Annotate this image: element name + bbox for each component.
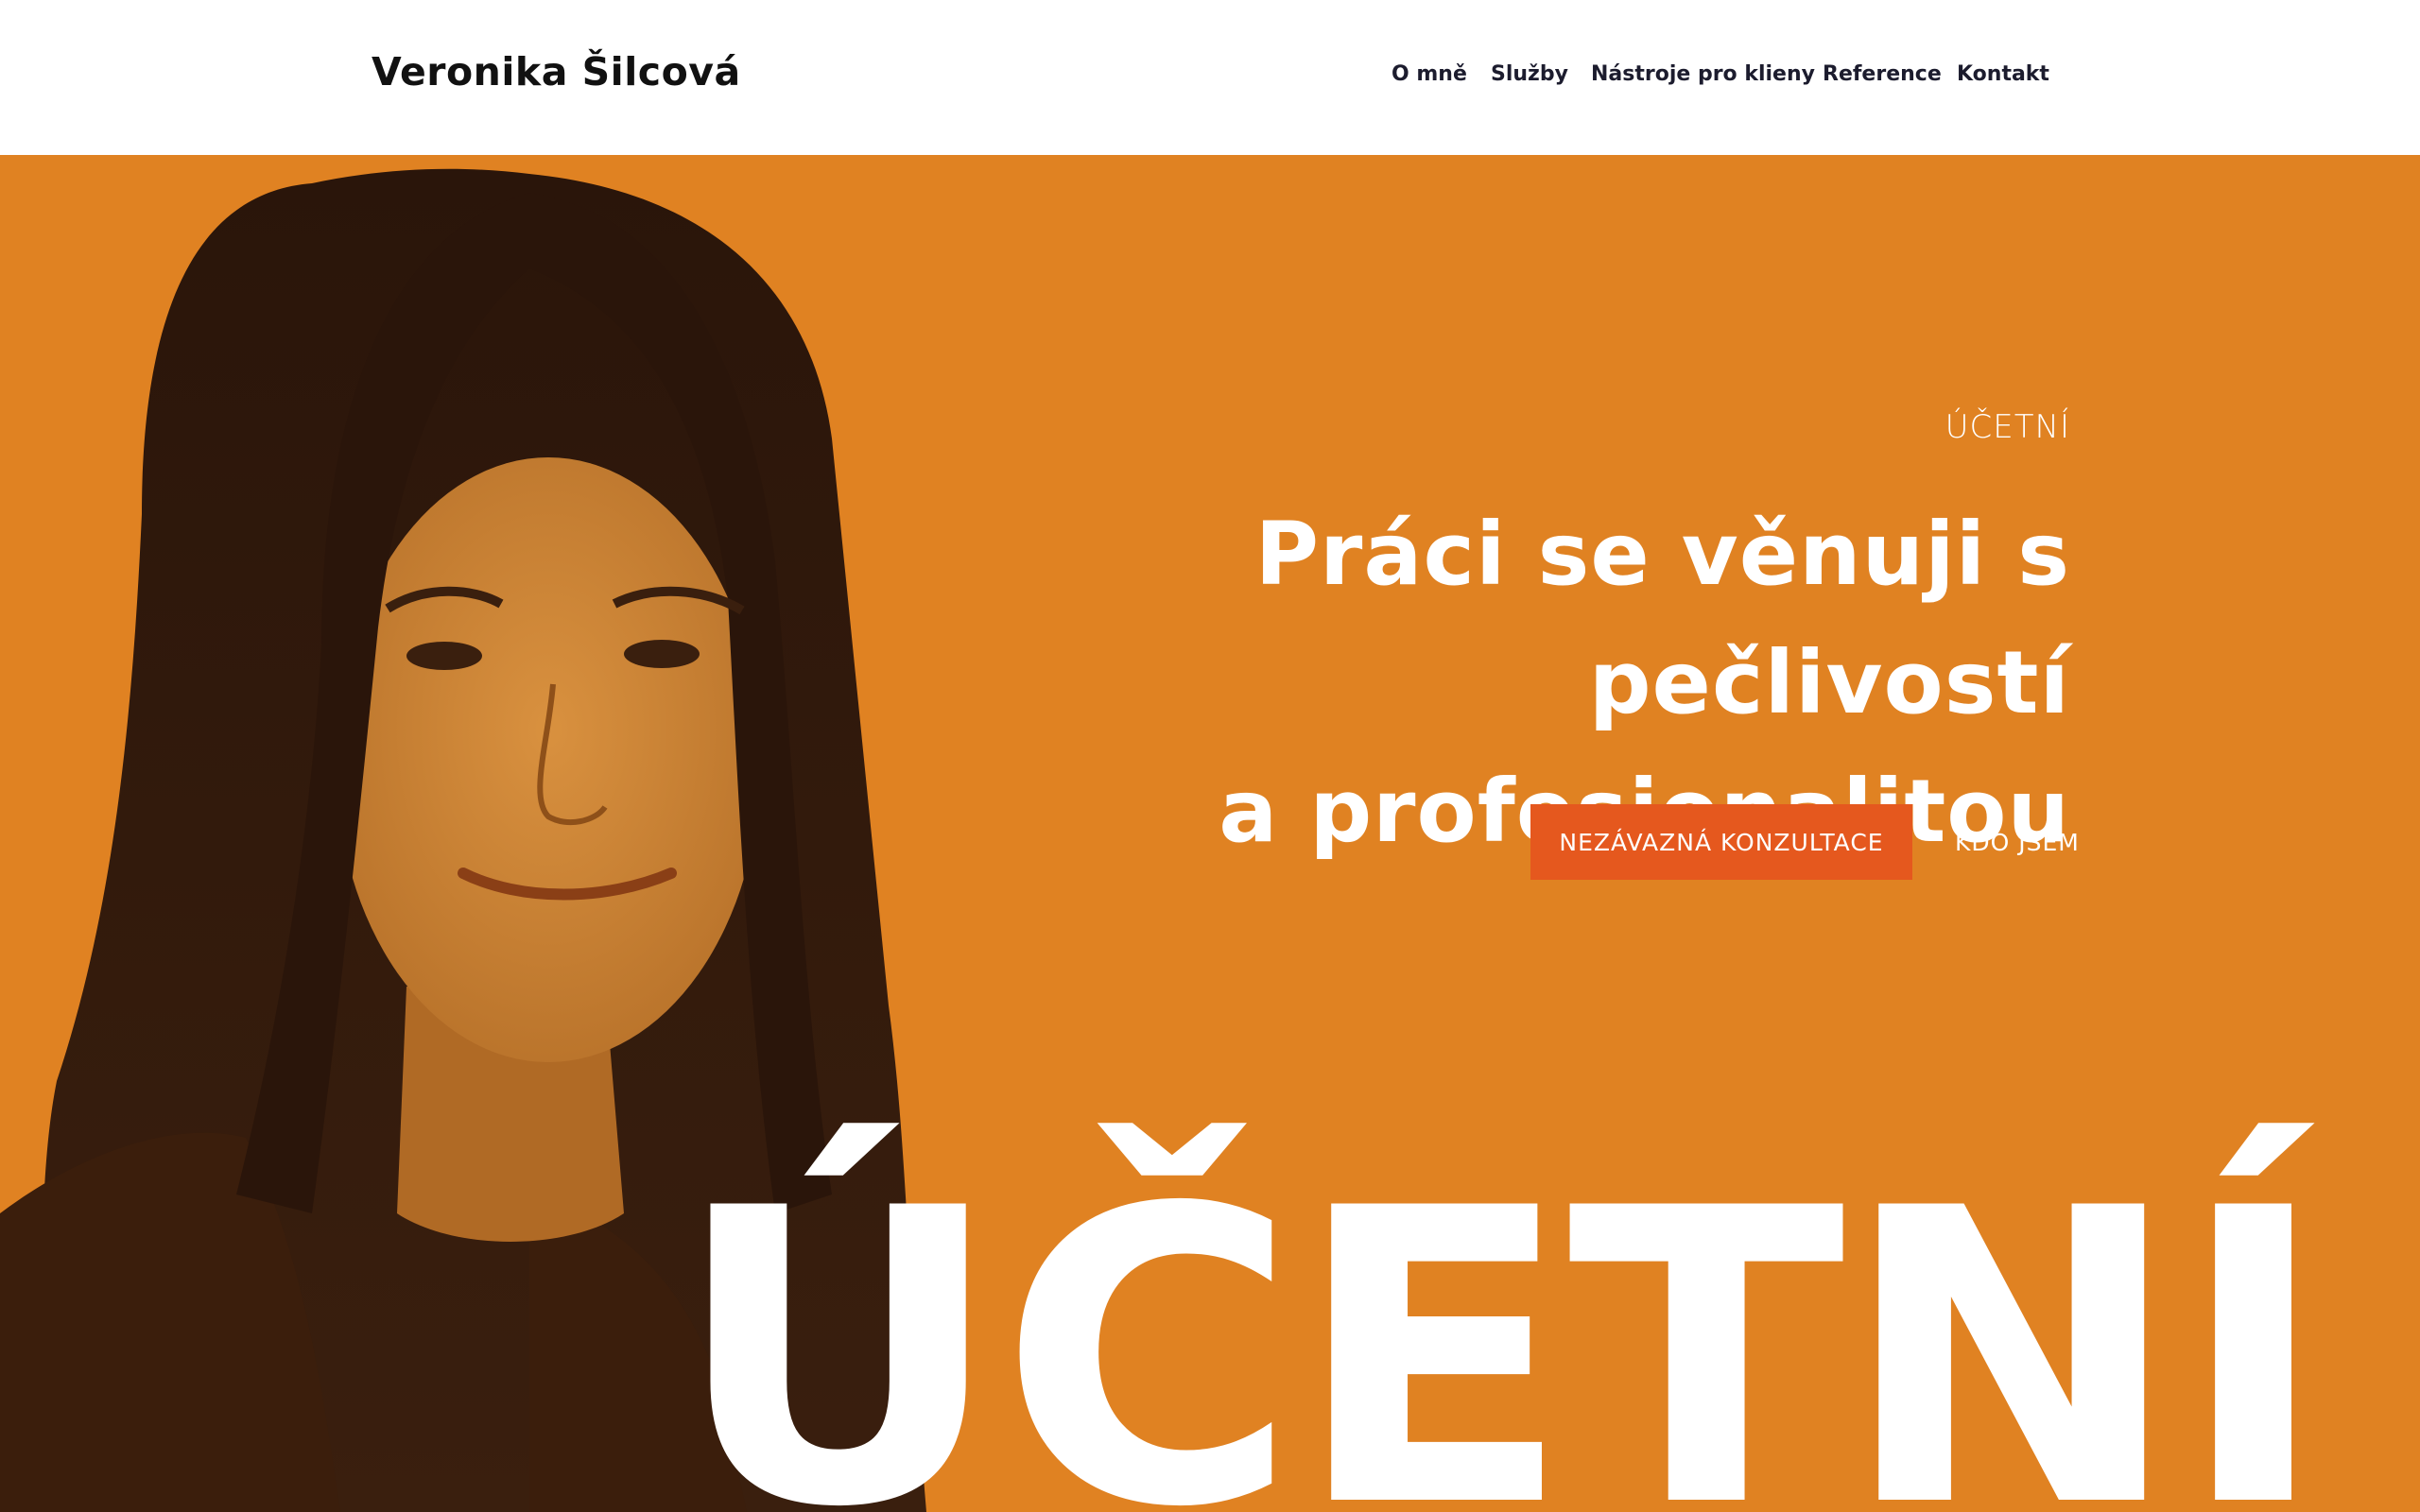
about-me-link[interactable]: KDO JSEM bbox=[1955, 804, 2080, 880]
nav-item-o-mne[interactable]: O mně bbox=[1392, 62, 1467, 86]
consultation-button[interactable]: NEZÁVAZNÁ KONZULTACE bbox=[1530, 804, 1912, 880]
site-header: Veronika Šilcová O mně Služby Nástroje p… bbox=[0, 0, 2420, 155]
hero-big-word: ÚČETNÍ bbox=[673, 1124, 2329, 1512]
hero-headline-line1: Práci se věnuji s pečlivostí bbox=[1254, 504, 2070, 733]
main-nav: O mně Služby Nástroje pro klieny Referen… bbox=[0, 62, 2420, 91]
nav-item-sluzby[interactable]: Služby bbox=[1491, 62, 1568, 86]
nav-item-kontakt[interactable]: Kontakt bbox=[1957, 62, 2049, 86]
nav-item-reference[interactable]: Reference bbox=[1823, 62, 1942, 86]
nav-item-nastroje[interactable]: Nástroje pro klieny bbox=[1591, 62, 1815, 86]
hero-eyebrow: ÚČETNÍ bbox=[1945, 408, 2070, 446]
hero-section: ÚČETNÍ Práci se věnuji s pečlivostí a pr… bbox=[0, 155, 2420, 1512]
